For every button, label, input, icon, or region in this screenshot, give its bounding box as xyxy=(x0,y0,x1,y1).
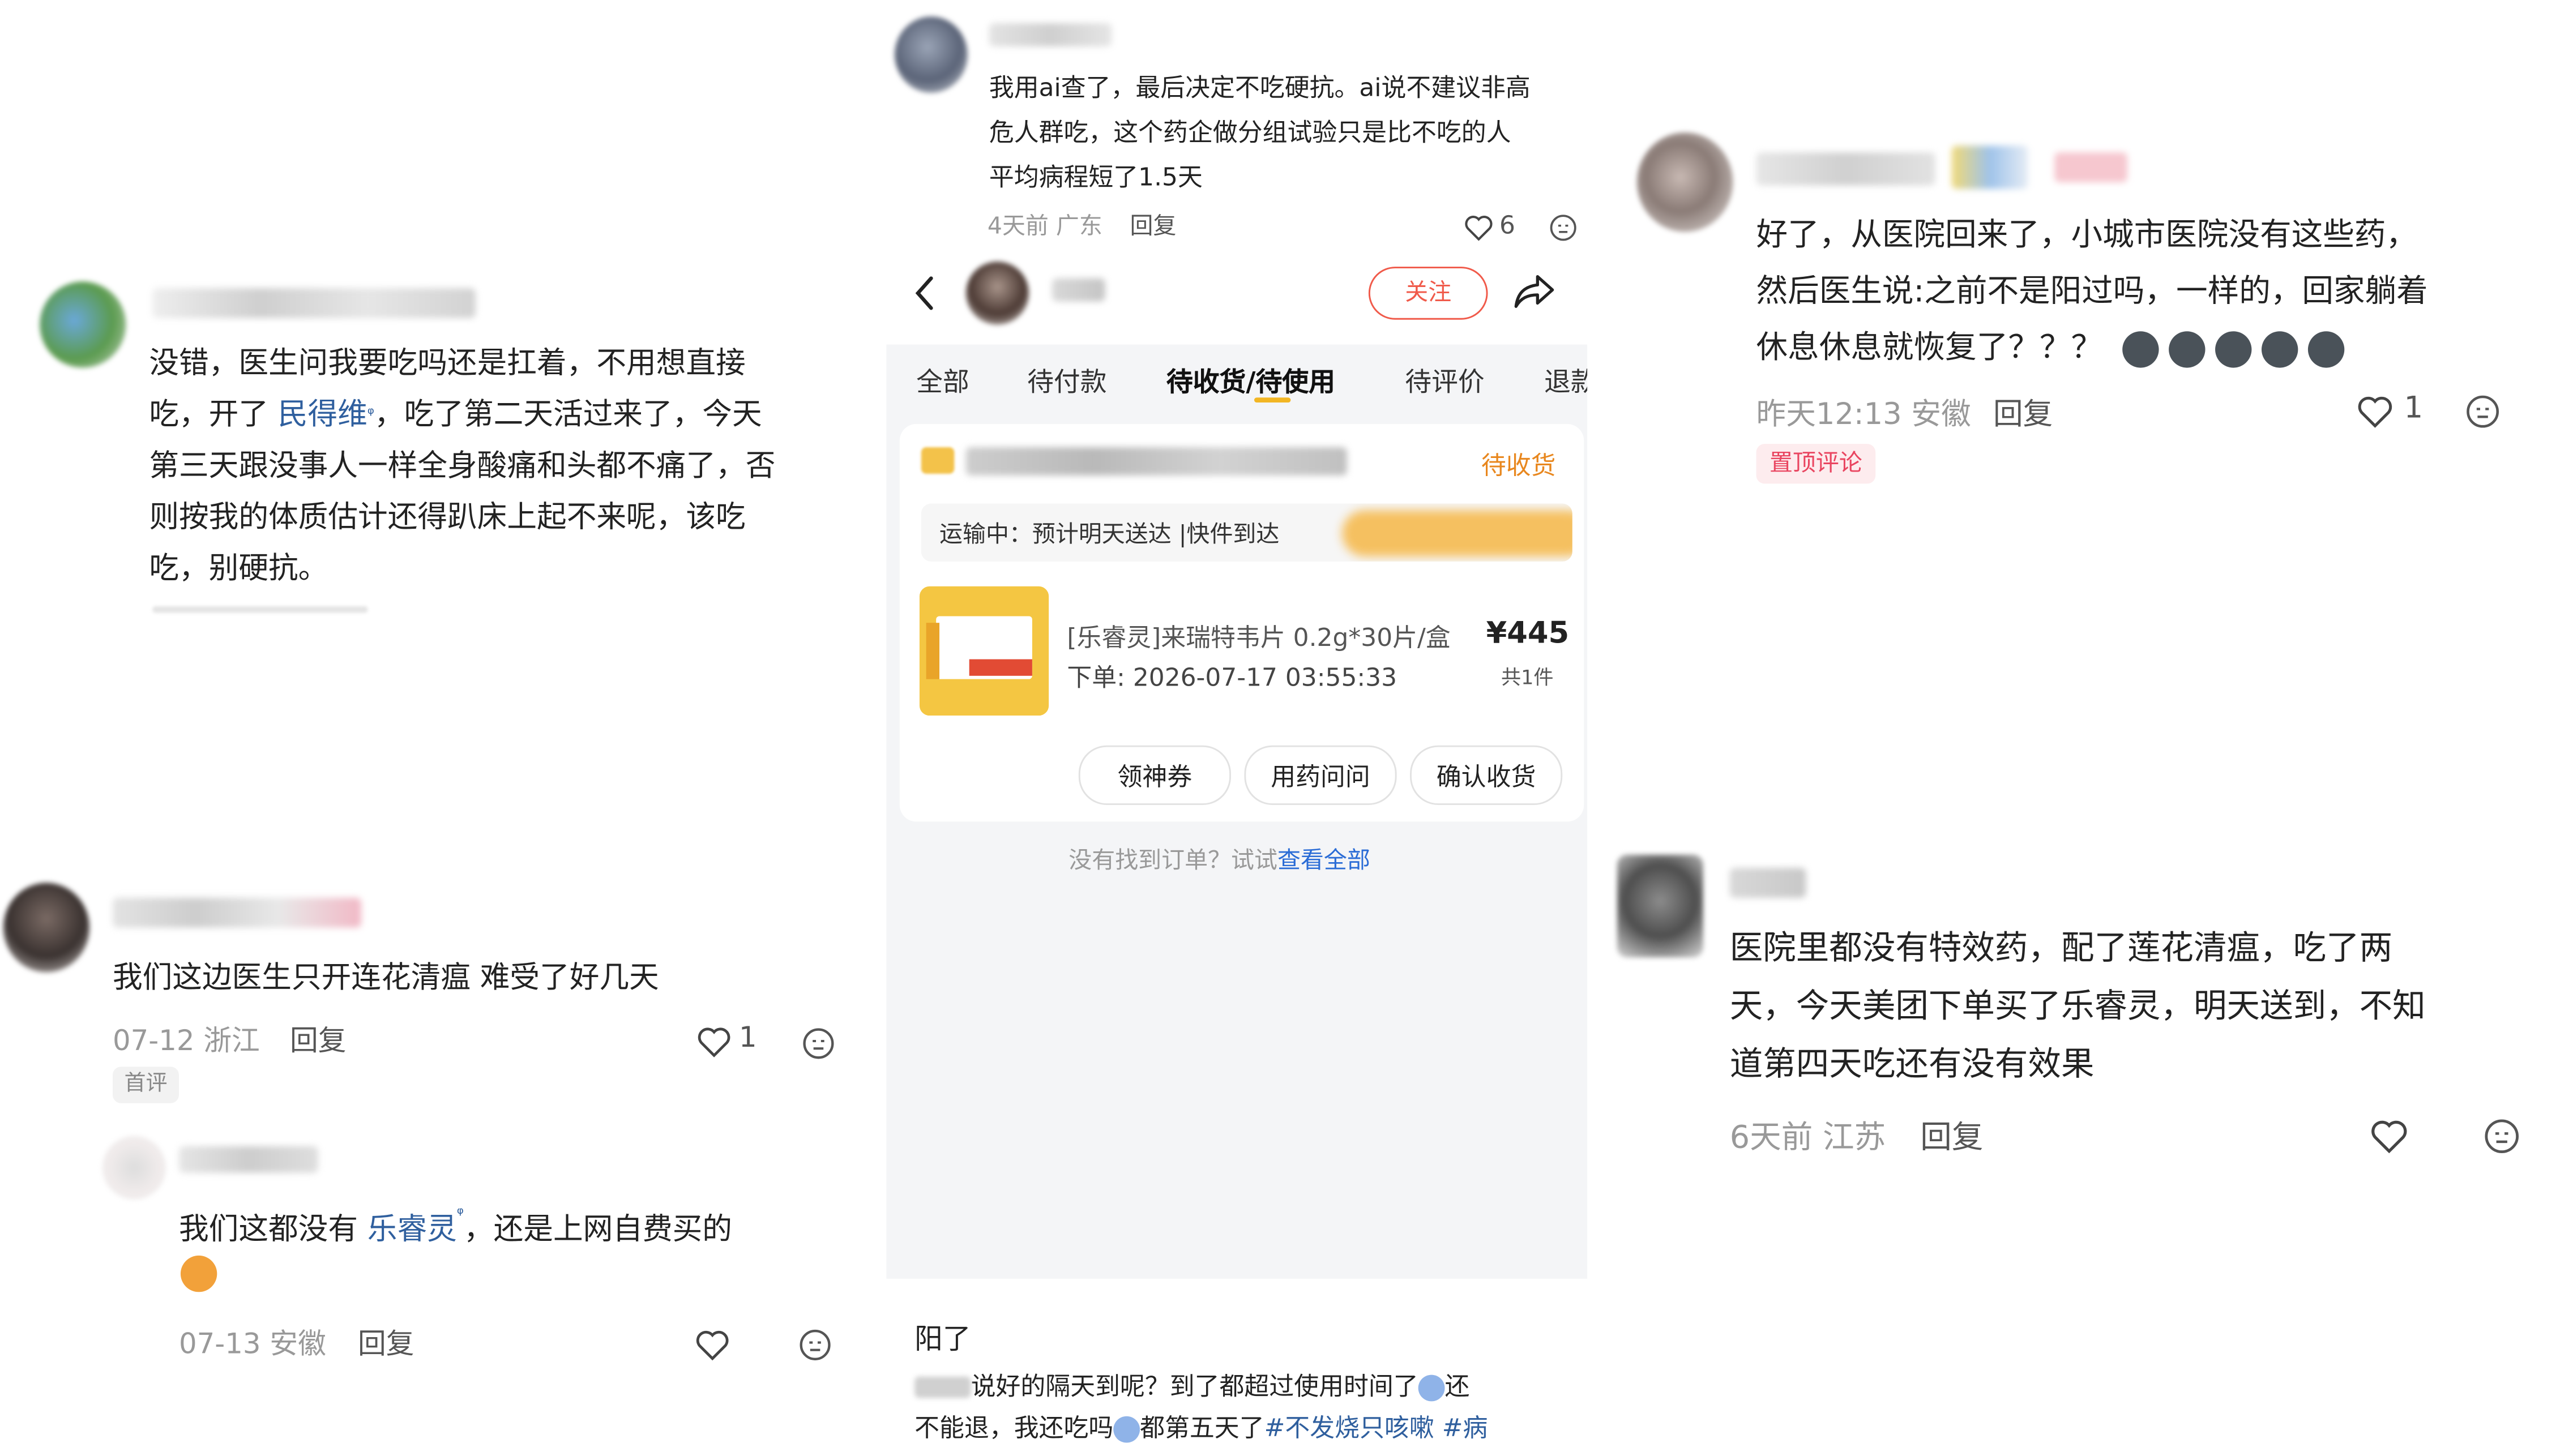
comment-text: 好了，从医院回来了，小城市医院没有这些药， 然后医生说:之前不是阳过吗，一样的，… xyxy=(1756,217,2428,367)
comment-text: 医院里都没有特效药，配了莲花清瘟，吃了两 天，今天美团下单买了乐睿灵，明天送到，… xyxy=(1729,927,2426,1084)
like-count: 1 xyxy=(2404,391,2424,426)
emoji-reaction-icon[interactable] xyxy=(798,1329,832,1362)
search-icon: ᵠ xyxy=(456,1206,464,1224)
tab-pending-review[interactable]: 待评价 xyxy=(1405,359,1484,399)
pinned-comment-badge: 置顶评论 xyxy=(1756,444,1876,484)
left-panel: 没错，医生问我要吃吗还是扛着，不用想直接 吃，开了 民得维ᵠ，吃了第二天活过来了… xyxy=(0,0,862,1456)
emoji-reaction-icon[interactable] xyxy=(1549,213,1578,242)
tab-pending-payment[interactable]: 待付款 xyxy=(1027,359,1106,399)
heart-icon[interactable] xyxy=(2356,394,2394,429)
comment-meta: 昨天12:13 安徽 xyxy=(1756,397,1971,432)
emoji-reaction-icon[interactable] xyxy=(2484,1118,2520,1154)
heart-icon[interactable] xyxy=(694,1329,730,1362)
emoji-reaction-icon[interactable] xyxy=(2465,394,2500,429)
collage: 没错，医生问我要吃吗还是扛着，不用想直接 吃，开了 民得维ᵠ，吃了第二天活过来了… xyxy=(0,0,2573,1456)
cropped-row xyxy=(152,606,368,613)
like-count: 6 xyxy=(1499,210,1515,241)
order-time: 下单: 2026-07-17 03:55:33 xyxy=(1067,662,1397,693)
post-line-1: 说好的隔天到呢？到了都超过使用时间了还 xyxy=(914,1368,1469,1403)
blurred-username xyxy=(1052,278,1105,302)
comment-text: 没错，医生问我要吃吗还是扛着，不用想直接 吃，开了 民得维ᵠ，吃了第二天活过来了… xyxy=(149,346,776,586)
blurred-username xyxy=(179,1146,318,1173)
first-comment-badge: 首评 xyxy=(112,1067,179,1103)
blurred-username xyxy=(152,288,476,318)
emoji-reaction-icon[interactable] xyxy=(802,1027,835,1060)
reply-button[interactable]: 回复 xyxy=(1920,1113,1983,1158)
avatar[interactable] xyxy=(1636,132,1733,232)
blurred-username xyxy=(112,897,361,928)
reply-text: 我们这都没有 乐睿灵ᵠ，还是上网自费买的 xyxy=(179,1206,732,1248)
blurred-badge xyxy=(2054,152,2127,182)
order-area: 全部 待付款 待收货/待使用 待评价 退款 待收货 运输中：预计明天送达 |快件… xyxy=(886,344,1588,1279)
reply-button[interactable]: 回复 xyxy=(1993,391,2053,434)
comment-text: 我们这边医生只开连花清瘟 难受了好几天 xyxy=(112,961,659,996)
confirm-receipt-button[interactable]: 确认收货 xyxy=(1410,745,1563,806)
comment-meta: 07-13 安徽 xyxy=(179,1328,326,1362)
product-price: ¥445 xyxy=(1486,616,1570,651)
comment-text: 我用ai查了，最后决定不吃硬抗。ai说不建议非高 危人群吃，这个药企做分组试验只… xyxy=(989,72,1531,192)
post-title: 阳了 xyxy=(914,1323,971,1357)
hashtags[interactable]: #不发烧只咳嗽 #病 xyxy=(1264,1413,1488,1443)
order-card[interactable]: 待收货 运输中：预计明天送达 |快件到达 [乐睿灵]来瑞特韦片 0.2g*30片… xyxy=(899,424,1584,822)
avatar[interactable] xyxy=(965,262,1029,325)
cat-emoji-icon xyxy=(2308,330,2345,367)
avatar[interactable] xyxy=(40,281,126,368)
reply-button[interactable]: 回复 xyxy=(290,1017,346,1059)
coupon-button[interactable]: 领神券 xyxy=(1078,745,1232,806)
comment-meta: 07-12 浙江 xyxy=(112,1025,260,1059)
blurred-username xyxy=(989,23,1112,46)
drug-link[interactable]: 乐睿灵 xyxy=(367,1213,457,1247)
heart-icon[interactable] xyxy=(696,1025,732,1059)
post-line-2: 不能退，我还吃吗 都第五天了#不发烧只咳嗽 #病 xyxy=(914,1412,1488,1443)
heart-icon[interactable] xyxy=(1463,213,1495,242)
search-icon: ᵠ xyxy=(367,405,374,425)
blurred-username xyxy=(1729,868,1806,898)
product-image xyxy=(919,586,1049,716)
avatar[interactable] xyxy=(102,1136,166,1200)
address-scribble xyxy=(1342,510,1572,557)
active-tab-indicator xyxy=(1254,397,1291,403)
follow-button[interactable]: 关注 xyxy=(1368,267,1488,320)
product-qty: 共1件 xyxy=(1501,666,1554,690)
share-icon[interactable] xyxy=(1512,272,1555,311)
heart-icon[interactable] xyxy=(2369,1118,2409,1154)
order-tabs: 全部 待付款 待收货/待使用 待评价 退款 xyxy=(886,345,1587,408)
order-status: 待收货 xyxy=(1481,450,1556,481)
cat-emoji-icon xyxy=(2215,330,2252,367)
cat-emoji-icon xyxy=(2122,330,2159,367)
reply-button[interactable]: 回复 xyxy=(1130,209,1177,242)
drug-link[interactable]: 民得维 xyxy=(278,397,367,432)
drug-inquiry-button[interactable]: 用药问问 xyxy=(1244,745,1397,806)
store-icon xyxy=(921,447,955,474)
blurred-badge xyxy=(1951,145,2028,189)
tab-all[interactable]: 全部 xyxy=(916,359,969,399)
tab-refund[interactable]: 退款 xyxy=(1542,345,1587,408)
back-arrow-icon[interactable] xyxy=(913,275,936,311)
right-panel: 好了，从医院回来了，小城市医院没有这些药， 然后医生说:之前不是阳过吗，一样的，… xyxy=(1591,0,2573,1456)
cat-emoji-icon xyxy=(2262,330,2298,367)
blurred-mention xyxy=(914,1376,971,1398)
blurred-store-name xyxy=(965,447,1347,476)
crying-emoji-icon xyxy=(1418,1374,1445,1401)
middle-panel: 我用ai查了，最后决定不吃硬抗。ai说不建议非高 危人群吃，这个药企做分组试验只… xyxy=(886,0,1588,1456)
comment-meta: 6天前 江苏 xyxy=(1729,1119,1886,1157)
avatar[interactable] xyxy=(1617,854,1703,958)
product-name: [乐睿灵]来瑞特韦片 0.2g*30片/盒 xyxy=(1067,623,1451,653)
view-all-link[interactable]: 查看全部 xyxy=(1277,848,1370,875)
shipping-text: 运输中：预计明天送达 |快件到达 xyxy=(939,521,1280,549)
like-count: 1 xyxy=(738,1022,757,1055)
cat-face-emoji-icon xyxy=(180,1255,217,1292)
shipping-bar[interactable]: 运输中：预计明天送达 |快件到达 xyxy=(921,503,1572,562)
avatar[interactable] xyxy=(3,883,90,973)
blurred-username xyxy=(1756,152,1935,186)
comment-meta: 4天前 广东 xyxy=(987,213,1102,241)
crying-emoji-icon xyxy=(1113,1415,1140,1442)
tab-pending-receipt[interactable]: 待收货/待使用 xyxy=(1166,359,1335,399)
cat-emoji-icon xyxy=(2169,330,2206,367)
empty-hint: 没有找到订单？试试查看全部 xyxy=(1068,848,1370,875)
reply-button[interactable]: 回复 xyxy=(358,1320,414,1362)
avatar[interactable] xyxy=(895,16,968,93)
